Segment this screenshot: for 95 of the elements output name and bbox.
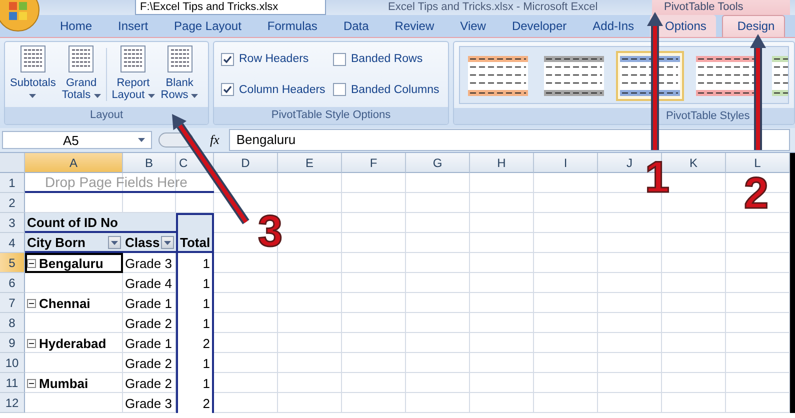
table-cell: 1 (176, 313, 214, 333)
name-box[interactable]: A5 (2, 131, 152, 149)
filter-button[interactable] (108, 236, 121, 249)
style-option-checkbox[interactable]: Banded Rows (333, 50, 443, 68)
ribbon-tab[interactable]: Design (722, 15, 785, 37)
formula-field[interactable]: Bengaluru (229, 129, 790, 151)
check-icon (223, 85, 232, 94)
table-cell: 1 (176, 353, 214, 373)
row-header[interactable]: 3 (0, 213, 25, 233)
row-header[interactable]: 11 (0, 373, 25, 393)
column-header[interactable]: K (662, 153, 726, 173)
row-label: Chennai (39, 296, 90, 310)
row-header[interactable]: 1 (0, 173, 25, 193)
caret-icon (148, 94, 155, 98)
row-label: Mumbai (39, 376, 88, 390)
table-cell: Grade 2 (125, 356, 172, 370)
field-header: Class (125, 234, 160, 250)
layout-icon (20, 45, 46, 73)
ribbon-button[interactable]: Blank Rows (158, 44, 200, 105)
collapse-icon[interactable] (27, 258, 36, 268)
group-label: PivotTable Style Options (214, 107, 448, 124)
function-button[interactable]: fx (210, 132, 220, 148)
ribbon-button[interactable]: Report Layout (110, 44, 157, 105)
table-cell: Grade 1 (125, 336, 172, 350)
table-cell: 1 (176, 253, 214, 273)
row-header[interactable]: 7 (0, 293, 25, 313)
check-icon (223, 54, 232, 64)
table-cell: 2 (176, 333, 214, 353)
column-header[interactable]: D (214, 153, 278, 173)
table-cell: Grade 3 (125, 256, 172, 270)
table-cell: Grade 2 (125, 376, 172, 390)
caret-icon (164, 240, 171, 244)
value-field-label: Count of ID No (25, 213, 176, 233)
ribbon-tab[interactable]: Add-Ins (582, 15, 644, 37)
column-header[interactable]: F (342, 153, 406, 173)
table-cell: Grade 2 (125, 316, 172, 330)
row-header[interactable]: 2 (0, 193, 25, 213)
row-header[interactable]: 8 (0, 313, 25, 333)
row-header[interactable]: 12 (0, 393, 25, 413)
ribbon-tab[interactable]: Data (333, 15, 379, 37)
table-cell: 1 (176, 293, 214, 313)
column-header[interactable]: A (25, 153, 123, 173)
collapse-icon[interactable] (27, 338, 36, 348)
ribbon-tab[interactable]: Insert (108, 15, 158, 37)
ribbon-tab[interactable]: Review (384, 15, 444, 37)
caret-icon (138, 138, 145, 142)
row-header[interactable]: 5 (0, 253, 25, 273)
field-header: Total (180, 234, 210, 250)
context-tab-label: PivotTable Tools (652, 0, 790, 15)
column-header[interactable]: B (123, 153, 176, 173)
active-cell[interactable]: Bengaluru (25, 253, 123, 273)
file-path-field: F:\Excel Tips and Tricks.xlsx (135, 0, 326, 15)
table-cell: 2 (176, 393, 214, 413)
caret-icon (29, 94, 36, 98)
table-cell: Grade 3 (125, 396, 172, 410)
caret-icon (111, 240, 118, 244)
table-cell: 1 (176, 373, 214, 393)
row-header[interactable]: 4 (0, 233, 25, 253)
filter-button[interactable] (161, 236, 174, 249)
column-header[interactable]: G (406, 153, 470, 173)
table-cell: Grade 4 (125, 276, 172, 290)
column-header[interactable]: L (726, 153, 790, 173)
ribbon-tab[interactable]: Formulas (257, 15, 328, 37)
row-label: Bengaluru (39, 256, 104, 270)
style-option-checkbox[interactable]: Row Headers (221, 50, 333, 68)
layout-icon (120, 45, 146, 73)
ribbon-button[interactable]: Grand Totals (60, 44, 103, 105)
ribbon-tab[interactable]: Page Layout (164, 15, 252, 37)
caret-icon (94, 94, 101, 98)
annotation-number: 2 (744, 172, 768, 216)
annotation-number: 3 (258, 210, 282, 254)
row-header[interactable]: 10 (0, 353, 25, 373)
row-header[interactable]: 9 (0, 333, 25, 353)
group-label: Layout (5, 107, 208, 124)
layout-icon (166, 45, 193, 73)
collapse-icon[interactable] (27, 378, 36, 388)
column-header[interactable]: E (278, 153, 342, 173)
ribbon-button[interactable]: Subtotals (8, 44, 58, 105)
collapse-icon[interactable] (27, 298, 36, 308)
layout-icon (68, 45, 94, 73)
ribbon-tab[interactable]: View (450, 15, 496, 37)
ribbon-tab[interactable]: Home (50, 15, 102, 37)
row-label: Hyderabad (39, 336, 106, 350)
table-cell: Grade 1 (125, 296, 172, 310)
group-label: PivotTable Styles (454, 108, 794, 124)
field-header: City Born (27, 234, 86, 250)
row-header[interactable]: 6 (0, 273, 25, 293)
column-header[interactable]: H (470, 153, 534, 173)
ribbon-tab[interactable]: Developer (502, 15, 577, 37)
window-title: Excel Tips and Tricks.xlsx - Microsoft Excel (388, 1, 598, 14)
caret-icon (191, 94, 198, 98)
column-header[interactable]: I (534, 153, 598, 173)
style-option-checkbox[interactable]: Column Headers (221, 80, 333, 99)
table-cell: 1 (176, 273, 214, 293)
style-option-checkbox[interactable]: Banded Columns (333, 80, 443, 99)
